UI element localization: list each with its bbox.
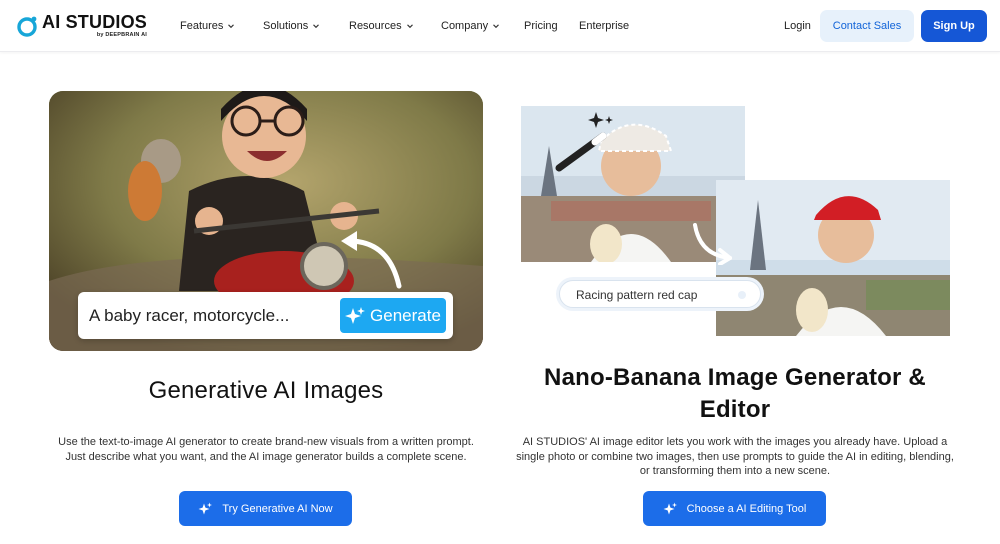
logo-ring-icon <box>17 16 37 37</box>
nav-pricing-label: Pricing <box>524 20 558 32</box>
sparkle-icon <box>663 502 677 514</box>
logo[interactable]: AI STUDIOS by DEEPBRAIN AI <box>16 11 147 41</box>
nav-enterprise-label: Enterprise <box>579 20 630 32</box>
curved-arrow-icon <box>693 223 732 265</box>
logo-text: AI STUDIOS <box>42 12 148 33</box>
nav-company[interactable]: Company <box>441 20 499 32</box>
nano-banana-title: Nano-Banana Image Generator & Editor <box>544 364 926 423</box>
choose-ai-editing-tool-button[interactable]: Choose a AI Editing Tool <box>643 491 826 526</box>
edit-prompt-text: Racing pattern red cap <box>576 288 698 302</box>
editor-after-image <box>716 180 950 336</box>
nav-enterprise[interactable]: Enterprise <box>579 20 629 32</box>
nav-resources-label: Resources <box>349 20 402 32</box>
nav-features[interactable]: Features <box>180 20 235 32</box>
choose-ai-editing-tool-label: Choose a AI Editing Tool <box>686 502 807 515</box>
sparkle-icon <box>345 306 366 324</box>
chevron-down-icon <box>228 24 235 29</box>
try-generative-ai-button[interactable]: Try Generative AI Now <box>179 491 352 526</box>
nav-solutions[interactable]: Solutions <box>263 20 320 32</box>
site-header: AI STUDIOS by DEEPBRAIN AI Features Solu… <box>0 0 1000 52</box>
generate-button[interactable]: Generate <box>340 298 446 333</box>
nav-company-label: Company <box>441 20 489 32</box>
chevron-down-icon <box>493 24 499 29</box>
contact-sales-button[interactable]: Contact Sales <box>820 10 914 42</box>
chevron-down-icon <box>313 24 320 29</box>
prompt-input[interactable]: A baby racer, motorcycle... Generate <box>78 292 453 339</box>
boy-red-cap-illustration <box>716 180 950 336</box>
generate-button-label: Generate <box>370 305 441 325</box>
sparkle-icon <box>198 502 213 514</box>
logo-subtext: by DEEPBRAIN AI <box>96 32 148 39</box>
nav-resources[interactable]: Resources <box>349 20 413 32</box>
generative-ai-description: Use the text-to-image AI generator to cr… <box>58 436 474 463</box>
nav-features-label: Features <box>180 20 224 32</box>
generative-ai-title: Generative AI Images <box>148 377 384 404</box>
try-generative-ai-label: Try Generative AI Now <box>222 502 333 515</box>
prompt-text: A baby racer, motorcycle... <box>89 306 290 325</box>
nav-solutions-label: Solutions <box>263 20 309 32</box>
login-link[interactable]: Login <box>784 20 811 32</box>
nav-pricing[interactable]: Pricing <box>524 20 558 32</box>
chevron-down-icon <box>406 24 413 29</box>
sign-up-button[interactable]: Sign Up <box>921 10 987 42</box>
edit-prompt-dot <box>738 291 746 299</box>
edit-prompt-input[interactable]: Racing pattern red cap <box>559 280 761 308</box>
nano-banana-description: AI STUDIOS' AI image editor lets you wor… <box>516 436 954 477</box>
